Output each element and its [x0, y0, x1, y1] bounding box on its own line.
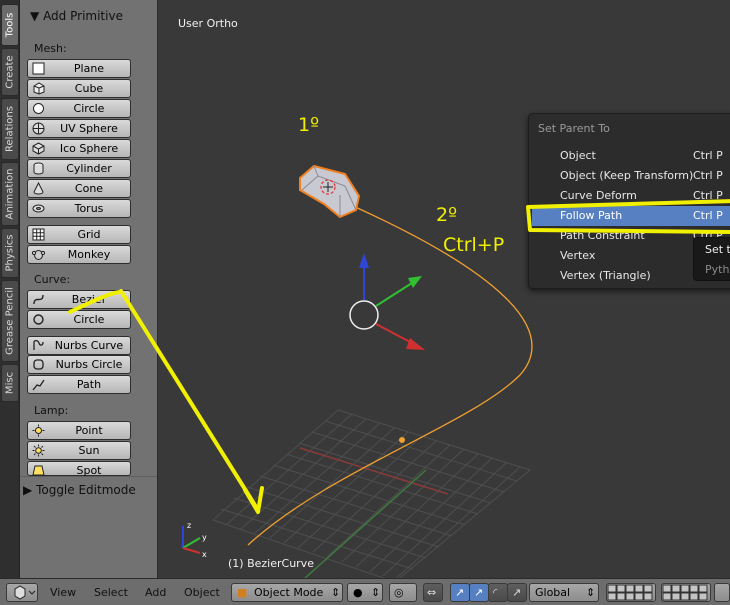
transform-extra-button[interactable]: ↗ — [507, 583, 527, 602]
layer-buttons-1[interactable] — [606, 583, 656, 602]
solid-shading-icon: ● — [353, 586, 363, 599]
dropdown-arrow-icon: ⇕ — [331, 586, 341, 599]
3d-view-header: View Select Add Object ■ Object Mode ⇕ ●… — [0, 578, 730, 605]
dropdown-arrow-icon: ⇕ — [371, 586, 381, 599]
menu-view[interactable]: View — [50, 586, 76, 599]
manipulator-toggle[interactable]: ⇔ — [423, 583, 443, 602]
scale-manipulator-button[interactable]: ◜ — [488, 583, 508, 602]
menu-object[interactable]: Object — [184, 586, 220, 599]
translate-icon: ↗ — [455, 586, 465, 599]
transform-orientation-select[interactable]: Global ⇕ — [529, 583, 599, 602]
orientation-label: Global — [535, 586, 571, 599]
layer-lock-button[interactable] — [714, 583, 730, 602]
cube-editor-icon — [14, 585, 36, 600]
layers-grid-icon — [607, 584, 653, 601]
menu-select[interactable]: Select — [94, 586, 128, 599]
translate-manipulator-button[interactable]: ↗ — [450, 583, 470, 602]
annotation-overlay — [68, 199, 730, 514]
dropdown-arrow-icon: ⇕ — [586, 586, 596, 599]
pivot-icon: ◎ — [394, 586, 404, 599]
layer-buttons-2[interactable] — [661, 583, 711, 602]
mode-label: Object Mode — [254, 586, 324, 599]
annotation-step-1: 1º — [298, 114, 320, 136]
rotate-manipulator-button[interactable]: ↗ — [469, 583, 489, 602]
object-mode-icon: ■ — [237, 586, 248, 599]
transform-icon: ↗ — [512, 586, 522, 599]
viewport-shading-select[interactable]: ● ⇕ — [347, 583, 383, 602]
pivot-point-select[interactable]: ◎ — [389, 583, 417, 602]
annotation-shortcut: Ctrl+P — [443, 234, 505, 256]
mode-select[interactable]: ■ Object Mode ⇕ — [231, 583, 343, 602]
editor-type-button[interactable] — [6, 583, 38, 602]
manipulator-icon: ⇔ — [427, 586, 437, 599]
layers-grid-icon — [662, 584, 708, 601]
menu-add[interactable]: Add — [145, 586, 166, 599]
rotate-icon: ↗ — [474, 586, 484, 599]
annotation-step-2: 2º — [436, 204, 458, 226]
scale-icon: ◜ — [493, 586, 498, 599]
